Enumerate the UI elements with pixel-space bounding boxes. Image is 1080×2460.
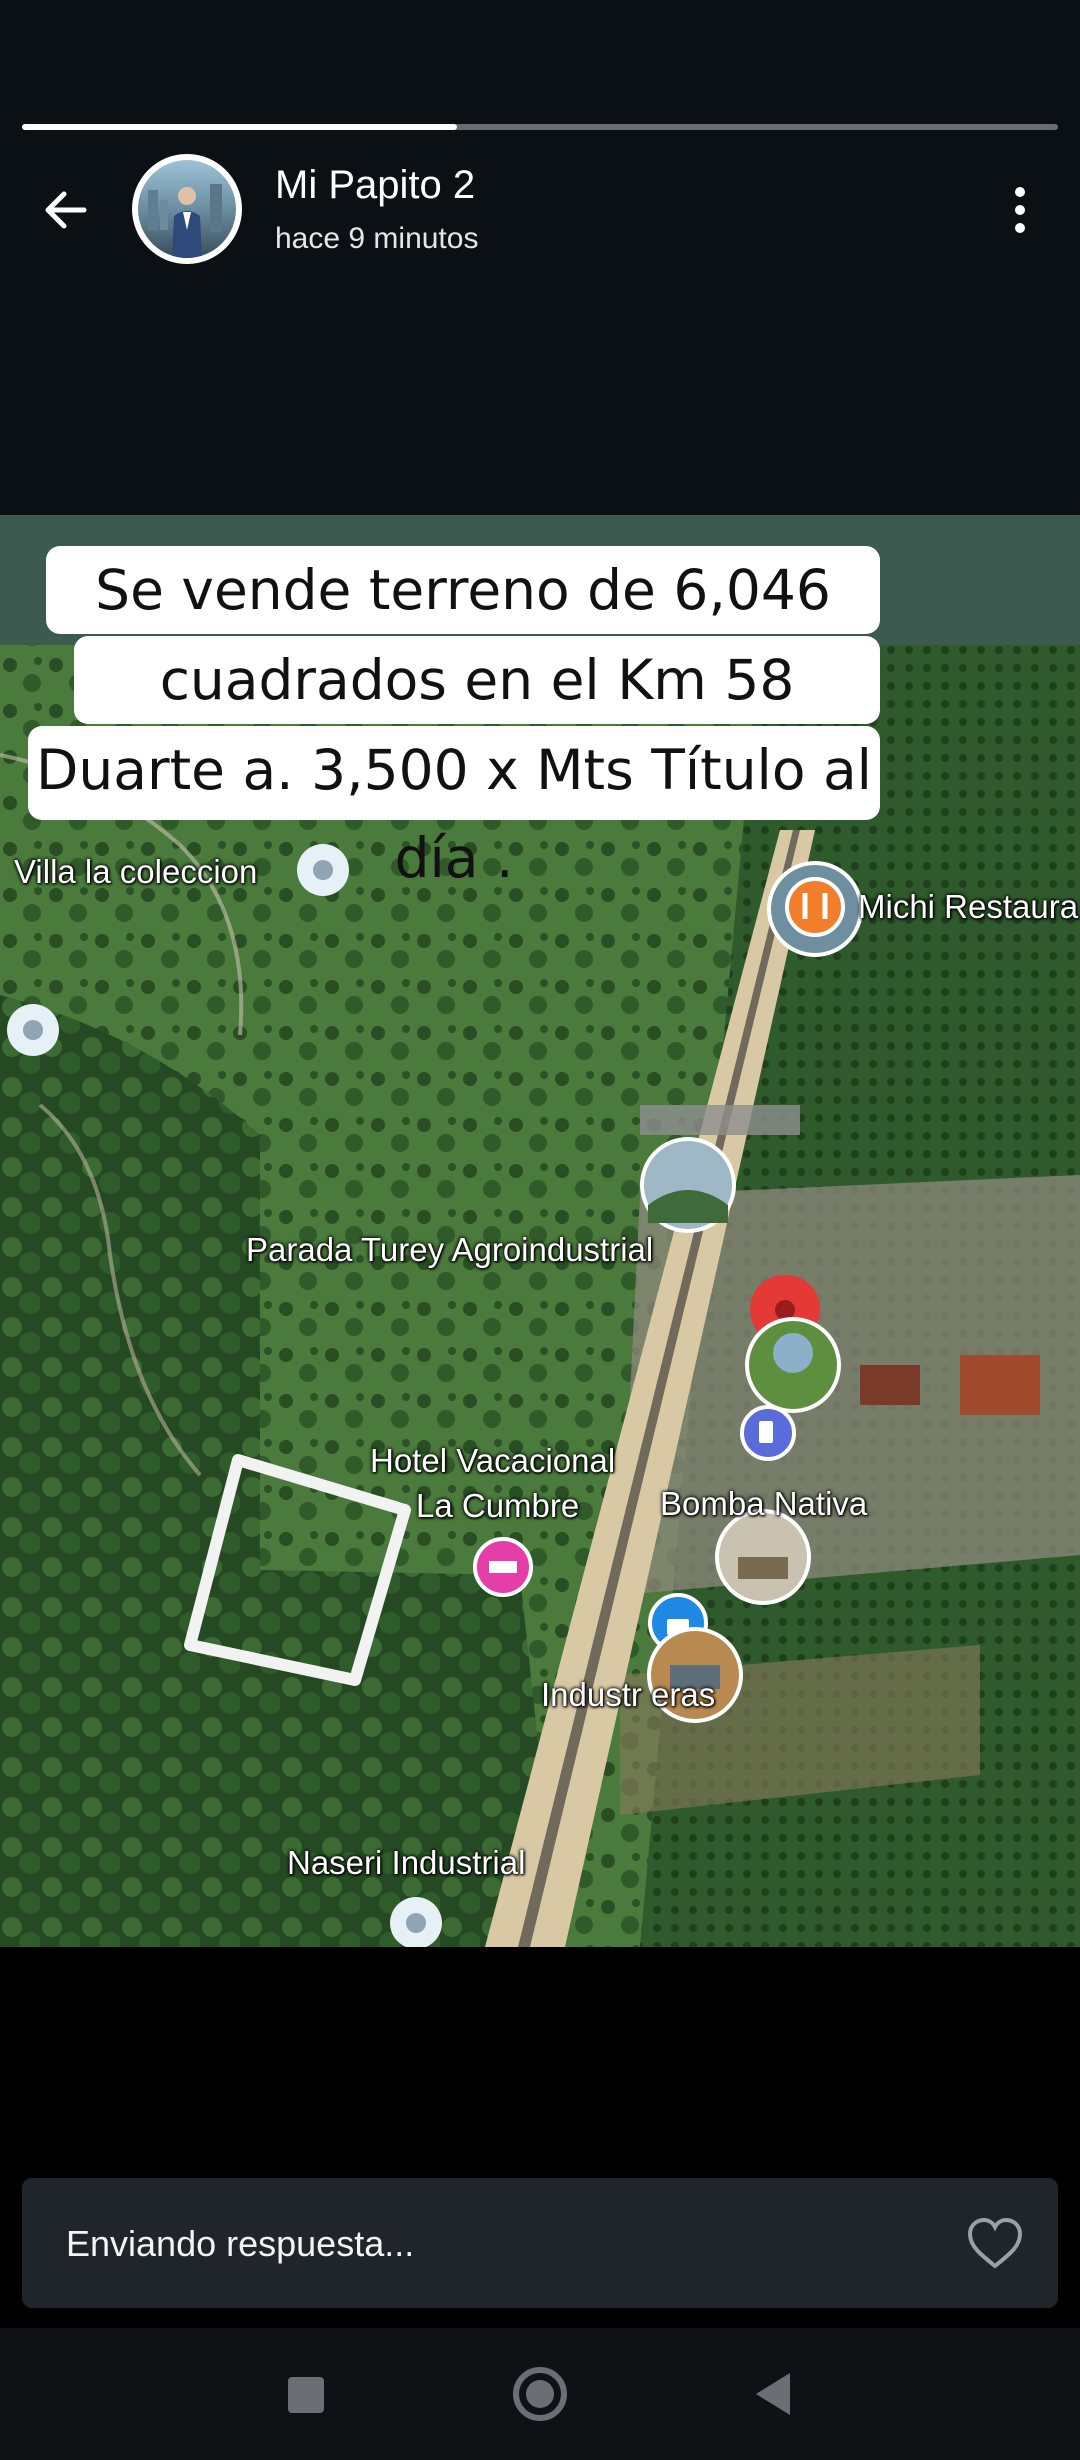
map-label: Parada Turey Agroindustrial [246,1231,654,1268]
photo-marker-icon[interactable] [640,1137,736,1233]
hotel-marker-icon[interactable] [473,1537,533,1597]
map-label: Michi Restaura [858,888,1079,925]
photo-marker-icon[interactable] [715,1509,811,1605]
map-label: Naseri Industrial [287,1844,526,1881]
map-label: Bomba Nativa [660,1485,868,1522]
caption-line: Duarte a. 3,500 x Mts Título al día . [28,726,880,890]
place-marker-icon[interactable] [297,844,349,896]
map-label: Villa la coleccion [14,853,258,890]
reply-bar[interactable]: Enviando respuesta... [22,2178,1058,2308]
fuel-marker-icon[interactable] [740,1405,796,1461]
place-marker-icon[interactable] [7,1004,59,1056]
avatar[interactable] [132,154,242,264]
map-label: La Cumbre [416,1487,580,1524]
story-header: Mi Papito 2 hace 9 minutos [0,0,1080,515]
photo-marker-icon[interactable] [745,1317,841,1413]
heart-outline-icon[interactable] [960,2208,1030,2278]
story-image: Se vende terreno de 6,046 metros cuadrad… [0,515,1080,1947]
story-timestamp: hace 9 minutos [275,222,479,255]
caption-line: Se vende terreno de 6,046 metros [46,546,880,710]
place-marker-icon[interactable] [390,1897,442,1947]
restaurant-marker-icon[interactable] [767,861,863,957]
caption-line: cuadrados en el Km 58 autopista [74,636,880,800]
square-icon[interactable] [272,2361,338,2427]
circle-icon[interactable] [507,2361,573,2427]
more-vertical-icon[interactable] [998,180,1042,240]
reply-status: Enviando respuesta... [66,2223,415,2264]
map-label: Industr eras [541,1676,716,1713]
triangle-back-icon[interactable] [742,2361,808,2427]
system-nav-bar [0,2328,1080,2460]
contact-name[interactable]: Mi Papito 2 [275,163,475,208]
map-label: Hotel Vacacional [370,1442,616,1479]
story-progress-bar [22,124,1058,130]
arrow-left-icon[interactable] [36,180,96,240]
